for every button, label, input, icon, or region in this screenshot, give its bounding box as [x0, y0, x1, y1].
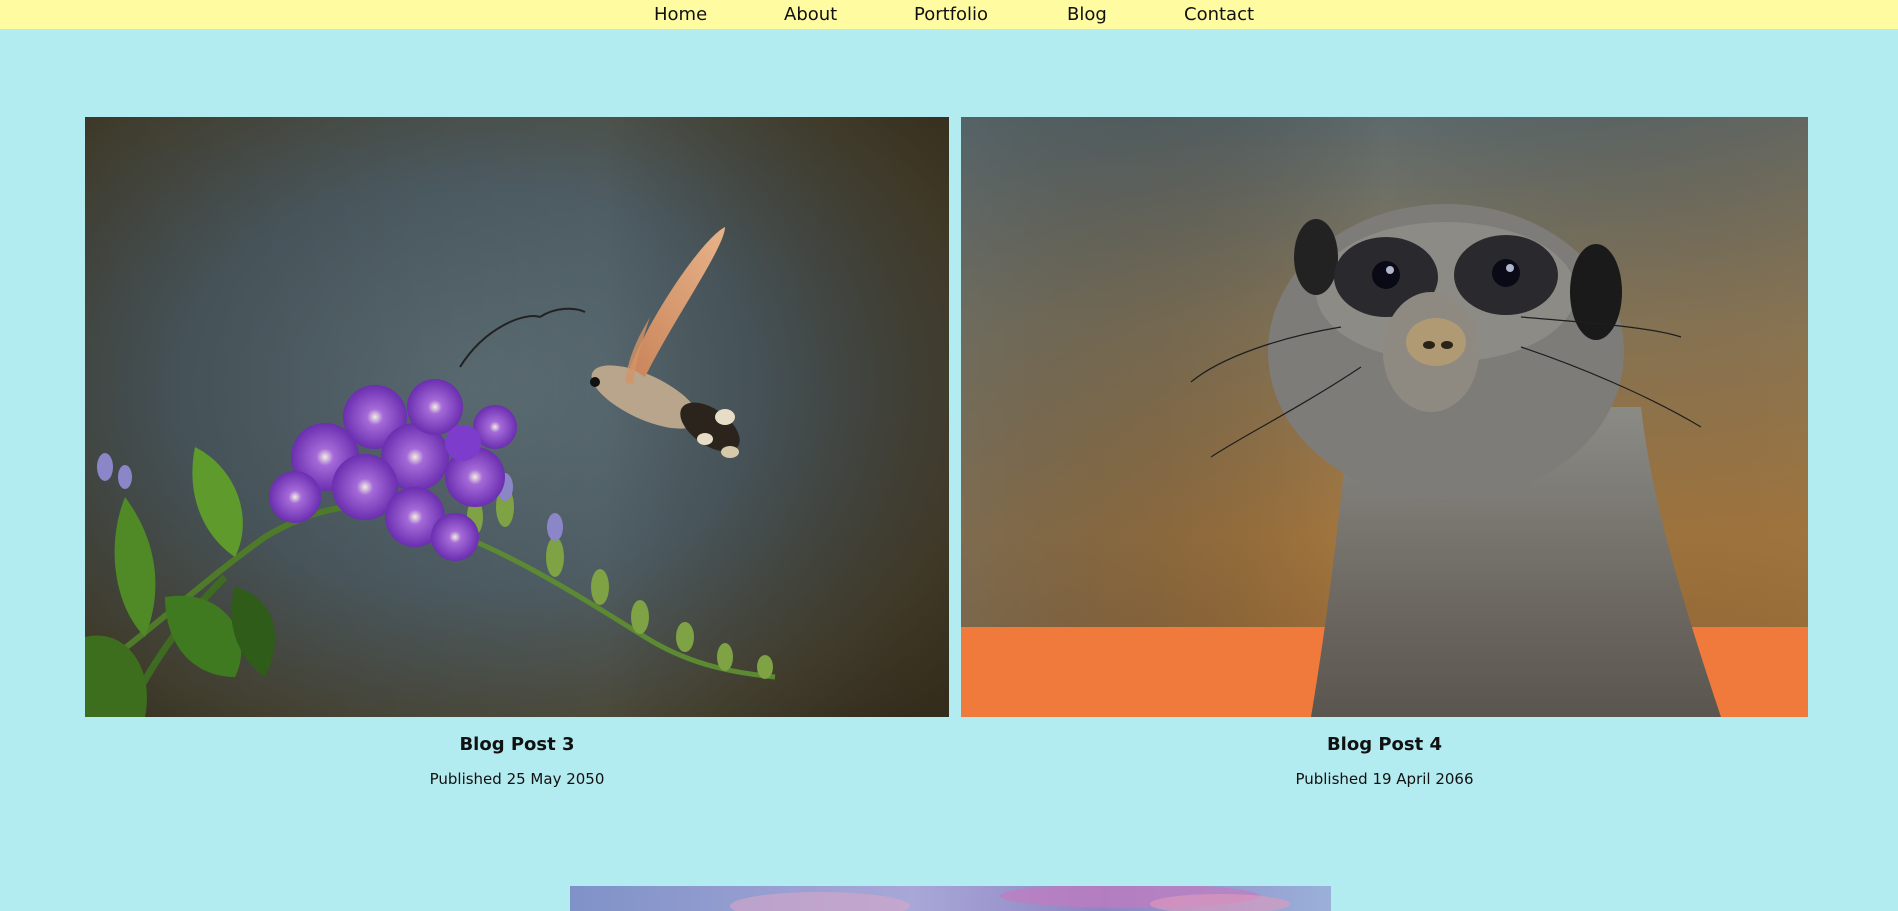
blog-post-4-image[interactable]: [961, 117, 1808, 717]
nav-contact-link[interactable]: Contact: [1184, 4, 1254, 26]
blog-post-3-date: Published 25 May 2050: [429, 770, 605, 788]
blog-post-3-title[interactable]: Blog Post 3: [85, 734, 949, 756]
top-navigation: Home About Portfolio Blog Contact: [0, 0, 1898, 29]
meerkat-portrait-photo: [961, 117, 1808, 717]
nav-blog-link[interactable]: Blog: [1067, 4, 1107, 26]
blog-post-3-image[interactable]: [85, 117, 949, 717]
blog-post-4-date: Published 19 April 2066: [1295, 770, 1474, 788]
sky-clouds-photo: [570, 886, 1331, 911]
nav-home-link[interactable]: Home: [654, 4, 707, 26]
nav-about-link[interactable]: About: [784, 4, 837, 26]
nav-portfolio-link[interactable]: Portfolio: [914, 4, 988, 26]
blog-post-4-title[interactable]: Blog Post 4: [961, 734, 1808, 756]
blog-post-5-image[interactable]: [570, 886, 1331, 911]
hummingbird-hawk-moth-flower-photo: [85, 117, 949, 717]
